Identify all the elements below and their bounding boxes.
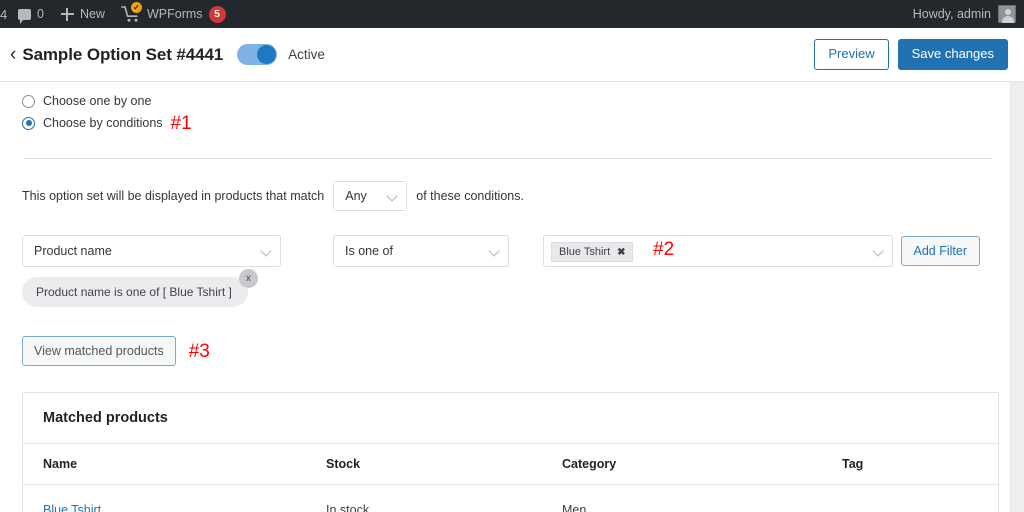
new-label: New [79, 7, 105, 21]
matched-products-table: Name Stock Category Tag Blue Tshirt In s… [23, 444, 998, 512]
wp-admin-bar: 4 0 New ✓ WPForms 5 Howdy, admin [0, 0, 1024, 28]
save-changes-button[interactable]: Save changes [897, 39, 1008, 70]
back-chevron-icon[interactable]: ‹ [6, 45, 22, 64]
radio-button-unselected[interactable] [22, 94, 35, 108]
filter-value-tokens: Blue Tshirt ✖ #2 [551, 240, 867, 262]
filter-operator-value: Is one of [345, 244, 393, 258]
view-matched-products-button[interactable]: View matched products [22, 336, 176, 366]
remove-condition-icon[interactable]: x [238, 269, 258, 288]
main-content: Choose one by one Choose by conditions #… [0, 82, 1024, 512]
cell-category: Men [542, 484, 822, 512]
value-chip[interactable]: Blue Tshirt ✖ [551, 242, 633, 262]
filter-operator-select[interactable]: Is one of [333, 235, 509, 267]
adminbar-comments[interactable]: 0 [10, 0, 52, 28]
toggle-state-label: Active [288, 47, 325, 62]
adminbar-truncated-label: 4 [0, 6, 8, 22]
view-matched-row: View matched products #3 [22, 336, 1000, 366]
radio-option-choose-one-by-one[interactable]: Choose one by one [22, 90, 1000, 112]
filter-field-value: Product name [34, 244, 112, 258]
adminbar-account[interactable]: Howdy, admin [913, 5, 1024, 23]
chevron-down-icon [489, 246, 500, 257]
filter-field-select[interactable]: Product name [22, 235, 281, 267]
chevron-down-icon [387, 191, 398, 202]
column-header-category: Category [542, 444, 822, 485]
active-toggle[interactable] [237, 44, 278, 65]
sentence-suffix: of these conditions. [416, 189, 524, 203]
howdy-label: Howdy, admin [912, 7, 991, 21]
plus-icon [60, 7, 74, 21]
preview-button[interactable]: Preview [814, 39, 889, 70]
radio-button-selected[interactable] [22, 116, 35, 130]
condition-sentence: This option set will be displayed in pro… [22, 181, 1000, 211]
table-row: Blue Tshirt In stock Men [23, 484, 998, 512]
value-chip-label: Blue Tshirt [559, 246, 611, 258]
comment-bubble-icon [18, 8, 31, 24]
matched-products-card: Matched products Name Stock Category Tag… [22, 392, 999, 512]
avatar [998, 5, 1016, 23]
condition-summary-text: Product name is one of [ Blue Tshirt ] [36, 285, 232, 299]
vertical-scrollbar[interactable] [1010, 82, 1024, 512]
radio-label: Choose by conditions [43, 116, 163, 130]
matched-products-title: Matched products [23, 393, 998, 444]
cell-tag [822, 484, 998, 512]
column-header-tag: Tag [822, 444, 998, 485]
match-type-select[interactable]: Any [333, 181, 408, 211]
chevron-down-icon [873, 246, 884, 257]
column-header-name: Name [23, 444, 306, 485]
filter-value-multiselect[interactable]: Blue Tshirt ✖ #2 [543, 235, 893, 267]
wpforms-count-badge: 5 [208, 5, 226, 23]
shopping-cart-icon: ✓ [121, 2, 142, 23]
annotation-1: #1 [170, 112, 192, 134]
cell-stock: In stock [306, 484, 542, 512]
header-actions: Preview Save changes [814, 39, 1008, 70]
filter-row: Product name Is one of Blue Tshirt ✖ #2 … [22, 235, 1000, 267]
annotation-3: #3 [188, 340, 210, 362]
close-icon[interactable]: ✖ [617, 247, 625, 258]
display-mode-radio-group: Choose one by one Choose by conditions #… [22, 82, 1000, 134]
product-name-link[interactable]: Blue Tshirt [43, 503, 101, 512]
condition-summary-pill: Product name is one of [ Blue Tshirt ] x [22, 269, 258, 307]
chevron-down-icon [261, 246, 272, 257]
wpforms-label: WPForms [146, 7, 203, 21]
annotation-2: #2 [653, 240, 675, 260]
page-header: ‹ Sample Option Set #4441 Active Preview… [0, 28, 1024, 82]
column-header-stock: Stock [306, 444, 542, 485]
radio-option-choose-by-conditions[interactable]: Choose by conditions #1 [22, 112, 1000, 134]
adminbar-wpforms[interactable]: ✓ WPForms 5 [113, 0, 234, 28]
cart-check-badge: ✓ [130, 2, 142, 13]
adminbar-item-truncated[interactable]: 4 [0, 0, 10, 28]
toggle-knob [257, 45, 277, 64]
match-type-value: Any [345, 189, 367, 203]
comments-count: 0 [37, 7, 44, 21]
cell-name: Blue Tshirt [23, 484, 306, 512]
table-header-row: Name Stock Category Tag [23, 444, 998, 485]
condition-summary-row: Product name is one of [ Blue Tshirt ] x [22, 269, 1000, 307]
adminbar-new-content[interactable]: New [52, 0, 113, 28]
page-title: Sample Option Set #4441 [22, 44, 224, 64]
sentence-prefix: This option set will be displayed in pro… [22, 189, 325, 203]
section-divider [23, 158, 992, 159]
add-filter-button[interactable]: Add Filter [900, 236, 980, 266]
radio-label: Choose one by one [43, 94, 152, 108]
